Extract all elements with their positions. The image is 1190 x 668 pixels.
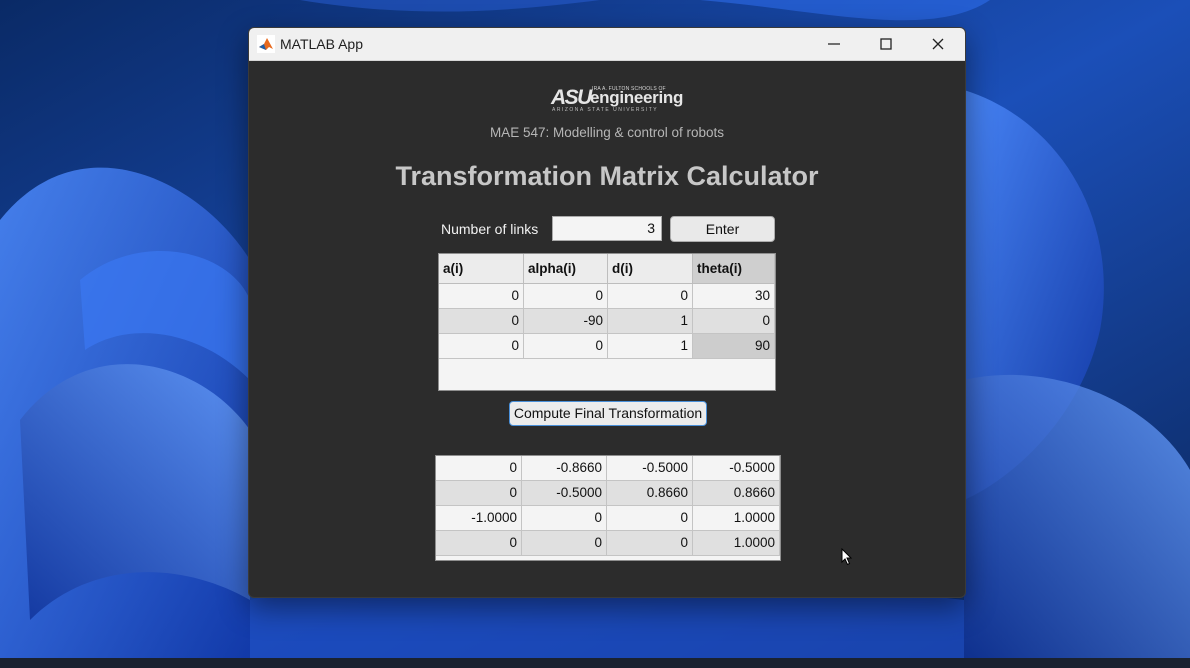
table-row: 0 0 0 30 (439, 284, 775, 309)
table-cell[interactable]: 1.0000 (693, 531, 780, 556)
table-cell[interactable]: 0 (522, 531, 607, 556)
table-row: 0 0 1 90 (439, 334, 775, 359)
window-title: MATLAB App (280, 36, 364, 52)
table-cell[interactable]: -90 (524, 309, 608, 334)
table-cell[interactable]: -0.8660 (522, 456, 607, 481)
table-cell[interactable]: 0 (439, 334, 524, 359)
table-cell[interactable]: 0 (608, 284, 693, 309)
table-cell[interactable]: -0.5000 (607, 456, 693, 481)
table-cell[interactable]: -0.5000 (693, 456, 780, 481)
table-row: -1.0000 0 0 1.0000 (436, 506, 780, 531)
mouse-pointer-icon (841, 548, 853, 566)
table-cell[interactable]: 0.8660 (693, 481, 780, 506)
asu-engineering-logo: IRA A. FULTON SCHOOLS OF ASU engineering… (551, 86, 683, 114)
table-cell[interactable]: 0 (436, 481, 522, 506)
table-cell[interactable]: 0 (607, 506, 693, 531)
number-of-links-label: Number of links (441, 221, 539, 237)
taskbar-edge (0, 658, 1190, 668)
column-header-d[interactable]: d(i) (608, 254, 693, 284)
logo-university-text: ARIZONA STATE UNIVERSITY (552, 107, 659, 113)
course-subtitle: MAE 547: Modelling & control of robots (489, 125, 725, 140)
logo-engineering-text: engineering (590, 88, 684, 107)
matlab-logo-icon (257, 35, 275, 53)
minimize-icon (828, 43, 840, 45)
table-cell[interactable]: 0 (436, 531, 522, 556)
table-cell[interactable]: -1.0000 (436, 506, 522, 531)
matlab-app-window: MATLAB App IRA A. FULTON SCHOOLS OF ASU … (248, 27, 966, 598)
title-bar[interactable]: MATLAB App (249, 28, 965, 61)
table-cell-selected[interactable]: 90 (693, 334, 775, 359)
result-matrix-table[interactable]: 0 -0.8660 -0.5000 -0.5000 0 -0.5000 0.86… (435, 455, 781, 561)
table-cell[interactable]: 0 (522, 506, 607, 531)
dh-parameter-table[interactable]: a(i) alpha(i) d(i) theta(i) 0 0 0 30 0 -… (438, 253, 776, 391)
table-row: 0 0 0 1.0000 (436, 531, 780, 556)
page-title: Transformation Matrix Calculator (395, 161, 819, 191)
table-cell[interactable]: 0 (436, 456, 522, 481)
close-icon (932, 38, 944, 50)
dh-table-header: a(i) alpha(i) d(i) theta(i) (439, 254, 775, 284)
table-row: 0 -0.5000 0.8660 0.8660 (436, 481, 780, 506)
table-cell[interactable]: 0.8660 (607, 481, 693, 506)
table-cell[interactable]: 30 (693, 284, 775, 309)
compute-final-transformation-button[interactable]: Compute Final Transformation (509, 401, 707, 426)
table-cell[interactable]: 0 (607, 531, 693, 556)
enter-button[interactable]: Enter (670, 216, 775, 242)
table-cell[interactable]: 1.0000 (693, 506, 780, 531)
minimize-button[interactable] (808, 28, 860, 60)
column-header-a[interactable]: a(i) (439, 254, 524, 284)
maximize-button[interactable] (860, 28, 912, 60)
table-cell[interactable]: 0 (439, 284, 524, 309)
column-header-alpha[interactable]: alpha(i) (524, 254, 608, 284)
table-cell[interactable]: 0 (693, 309, 775, 334)
table-cell[interactable]: 1 (608, 334, 693, 359)
table-cell[interactable]: 0 (524, 284, 608, 309)
column-header-theta[interactable]: theta(i) (693, 254, 775, 284)
table-cell[interactable]: 0 (524, 334, 608, 359)
table-cell[interactable]: 1 (608, 309, 693, 334)
close-button[interactable] (912, 28, 964, 60)
table-row: 0 -0.8660 -0.5000 -0.5000 (436, 456, 780, 481)
number-of-links-input[interactable]: 3 (552, 216, 662, 241)
table-cell[interactable]: 0 (439, 309, 524, 334)
table-row: 0 -90 1 0 (439, 309, 775, 334)
maximize-icon (880, 38, 892, 50)
table-cell[interactable]: -0.5000 (522, 481, 607, 506)
